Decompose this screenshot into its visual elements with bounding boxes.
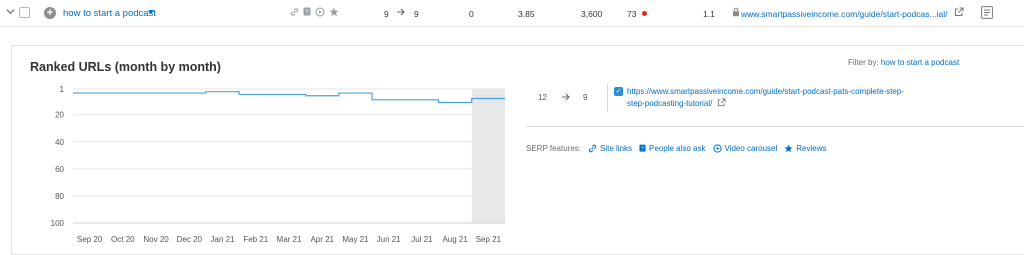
ranked-position-to: 9	[583, 93, 588, 102]
serp-feature-people-also-ask[interactable]: ? People also ask	[639, 144, 706, 153]
x-tick-label: Jun 21	[377, 235, 402, 244]
x-tick-label: Apr 21	[310, 235, 334, 244]
x-tick-label: Mar 21	[277, 235, 302, 244]
y-tick-label: 40	[55, 138, 64, 147]
x-tick-label: Jan 21	[211, 235, 236, 244]
video-icon	[712, 144, 722, 153]
x-tick-label: Feb 21	[243, 235, 268, 244]
x-tick-label: Sep 21	[476, 235, 502, 244]
people-also-ask-icon: ?	[639, 144, 646, 152]
x-tick-label: Sep 20	[77, 235, 103, 244]
y-tick-label: 60	[55, 165, 64, 174]
ranked-position-from: 12	[538, 93, 547, 102]
x-tick-label: Aug 21	[442, 235, 468, 244]
external-link-icon[interactable]	[717, 98, 726, 107]
serp-feature-video-carousel[interactable]: Video carousel	[712, 144, 778, 153]
serp-feature-label[interactable]: Site links	[600, 144, 632, 153]
serp-feature-label[interactable]: Video carousel	[725, 144, 778, 153]
x-tick-label: Dec 20	[177, 235, 203, 244]
link-icon	[588, 144, 597, 153]
serp-feature-reviews[interactable]: Reviews	[784, 144, 827, 153]
x-tick-label: Nov 20	[143, 235, 169, 244]
divider	[526, 126, 1024, 127]
serp-features-label: SERP features:	[526, 144, 581, 153]
y-tick-label: 80	[55, 192, 64, 201]
divider	[607, 84, 608, 112]
x-tick-label: May 21	[342, 235, 369, 244]
serp-feature-site-links[interactable]: Site links	[588, 144, 632, 153]
star-icon	[784, 144, 793, 153]
serp-feature-label[interactable]: People also ask	[649, 144, 705, 153]
highlight-band	[471, 89, 505, 223]
y-tick-label: 1	[60, 85, 65, 94]
serp-feature-label[interactable]: Reviews	[796, 144, 826, 153]
serp-features: SERP features: Site links ? People also …	[526, 144, 834, 153]
url-checkbox-checked[interactable]: ✓	[614, 87, 623, 96]
x-tick-label: Jul 21	[411, 235, 433, 244]
x-tick-label: Oct 20	[111, 235, 135, 244]
ranked-url-link[interactable]: https://www.smartpassiveincome.com/guide…	[627, 86, 917, 110]
svg-text:?: ?	[641, 146, 644, 152]
y-tick-label: 100	[51, 219, 65, 228]
y-tick-label: 20	[55, 111, 64, 120]
ranking-chart: 1 20 40 60 80 100 Sep 20 Oct 20 Nov 20 Dec 20 Jan …	[51, 85, 505, 244]
ranked-url-text[interactable]: https://www.smartpassiveincome.com/guide…	[627, 87, 904, 108]
arrow-right-icon	[562, 93, 570, 101]
